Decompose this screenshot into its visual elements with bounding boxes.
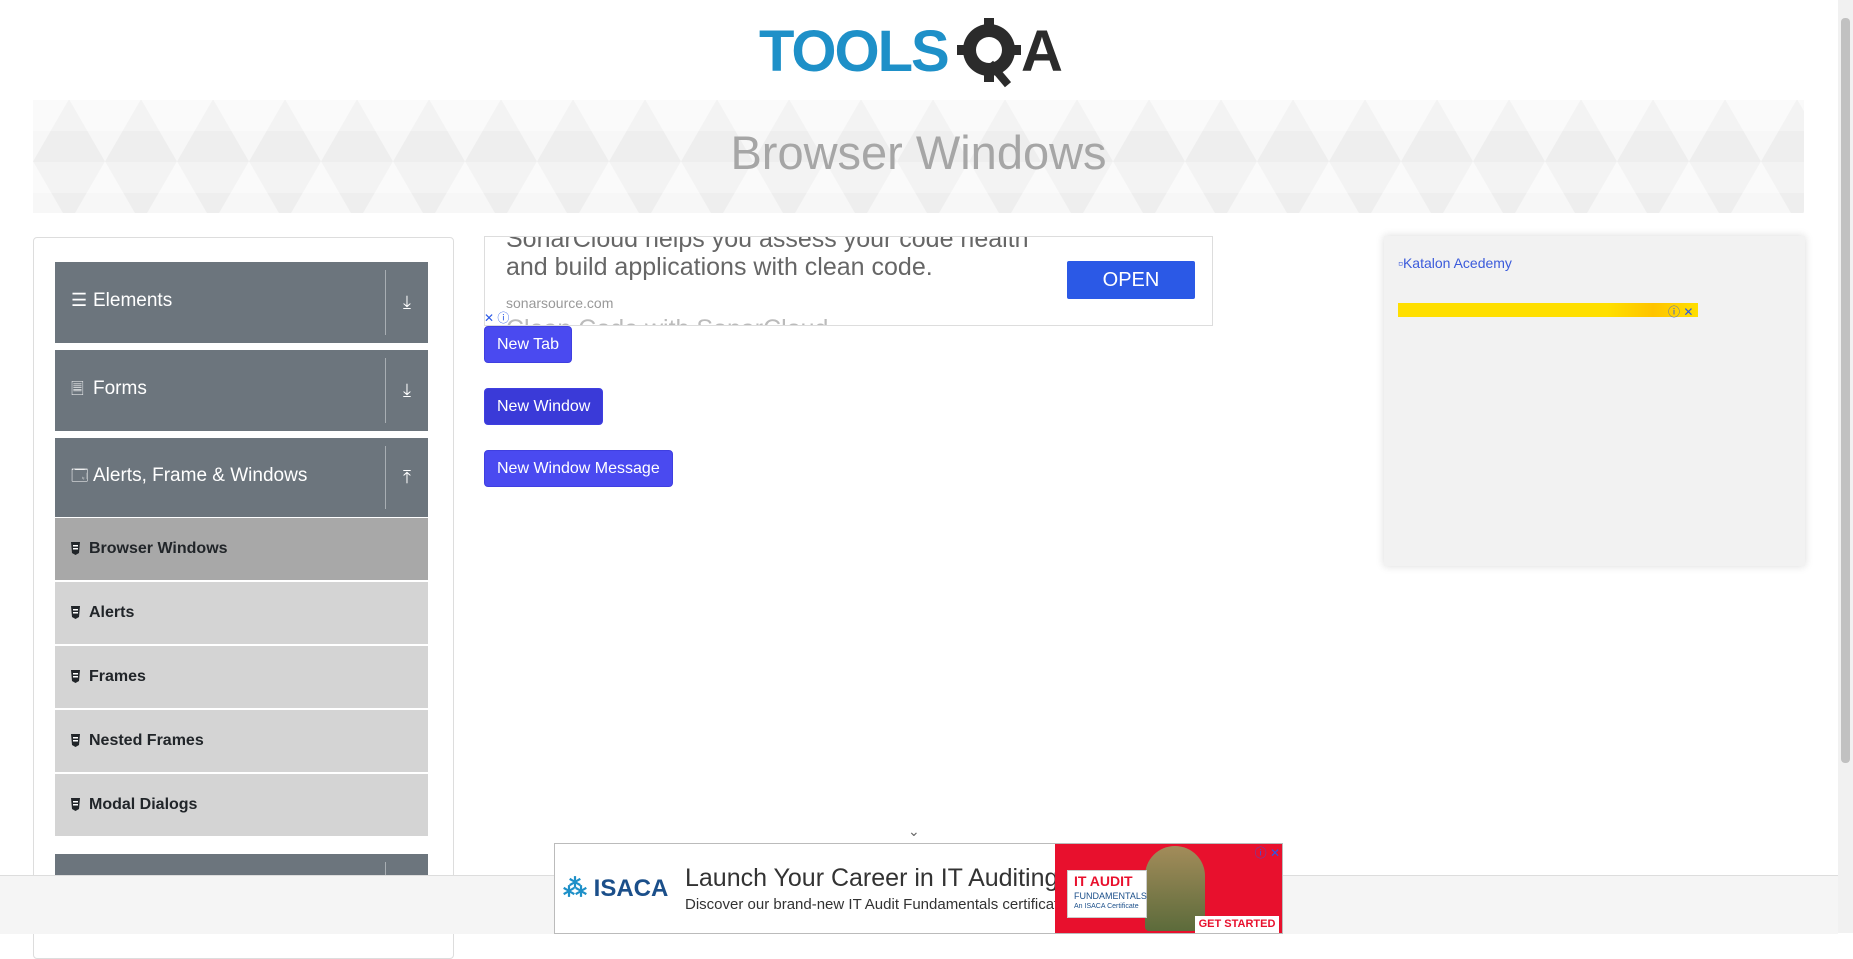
html5-icon [71,670,80,683]
expand-down-icon[interactable]: ⤓ [394,380,420,401]
ad-close-icon[interactable]: ✕ ⓘ [484,309,514,325]
ad-headline: Launch Your Career in IT Auditing [685,864,1059,892]
scrollbar-thumb[interactable] [1841,18,1850,763]
new-window-button[interactable]: New Window [484,388,604,425]
get-started-button[interactable]: GET STARTED [1195,916,1279,933]
ad-subtext: Discover our brand-new IT Audit Fundamen… [685,896,1071,913]
ad-text: SonarCloud helps you assess your code he… [506,236,1029,281]
sidebar: ☰ Elements ⤓ 🗏 Forms ⤓ 🗔 Alerts, Frame &… [33,237,454,959]
document-icon: 🗏 [71,381,84,398]
ad-partial-text: Clean Code with SonarCloud [506,315,828,325]
isaca-logo: ⁂ ISACA [563,874,668,903]
html5-icon [71,734,80,747]
html5-icon [71,798,80,811]
expand-down-icon[interactable]: ⤓ [394,292,420,313]
isaca-mark-icon: ⁂ [563,875,594,902]
sidebar-item-label: Frames [89,668,146,685]
sidebar-item-browser-windows[interactable]: Browser Windows [55,518,428,582]
window-icon: 🗔 [71,468,89,485]
ad-url: sonarsource.com [506,295,614,311]
sidebar-item-nested-frames[interactable]: Nested Frames [55,710,428,774]
new-window-message-button[interactable]: New Window Message [484,450,673,487]
sidebar-group-label: Forms [93,378,147,399]
sidebar-group-label: Elements [93,290,173,311]
image-alt-text: Katalon Acedemy [1402,255,1512,271]
sidebar-item-label: Browser Windows [89,540,228,557]
ad-open-button[interactable]: OPEN [1067,261,1195,299]
divider [385,446,386,509]
sidebar-group-elements[interactable]: ☰ Elements ⤓ [55,262,428,343]
scrollbar[interactable] [1838,0,1853,933]
isaca-ad[interactable]: ⁂ ISACA Launch Your Career in IT Auditin… [554,843,1283,934]
collapse-up-icon[interactable]: ⤒ [394,467,420,488]
badge-title: IT AUDIT [1074,873,1133,889]
chevron-down-icon[interactable]: ⌄ [908,823,920,840]
right-ad-panel: ▫Katalon Acedemy ⓘ ✕ [1384,236,1805,566]
sidebar-item-alerts[interactable]: Alerts [55,582,428,646]
divider [385,358,386,423]
ad-close-icon[interactable]: ⓘ ✕ [1668,303,1693,320]
sonarcloud-ad[interactable]: SonarCloud helps you assess your code he… [484,236,1213,326]
badge-small: An ISACA Certificate [1074,903,1139,910]
toolsqa-logo[interactable]: TOOLS A [759,16,1082,90]
sidebar-group-alerts-frame-windows[interactable]: 🗔 Alerts, Frame & Windows ⤒ [55,438,428,517]
html5-icon [71,542,80,555]
new-tab-button[interactable]: New Tab [484,326,572,363]
katalon-ad-image[interactable]: ▫Katalon Acedemy [1398,255,1512,271]
ad-banner-strip[interactable] [1398,303,1698,317]
badge-subtitle: FUNDAMENTALS [1074,891,1147,901]
sidebar-item-frames[interactable]: Frames [55,646,428,710]
sidebar-item-label: Alerts [89,604,135,621]
svg-text:A: A [1021,19,1063,84]
sidebar-group-label: Alerts, Frame & Windows [93,465,308,486]
page-title: Browser Windows [730,126,1107,179]
html5-icon [71,606,80,619]
ad-close-icon[interactable]: ⓘ ✕ [1255,844,1280,861]
it-audit-badge: IT AUDIT FUNDAMENTALS An ISACA Certifica… [1067,870,1147,918]
sidebar-item-label: Nested Frames [89,732,204,749]
sidebar-item-modal-dialogs[interactable]: Modal Dialogs [55,774,428,838]
sidebar-item-label: Modal Dialogs [89,796,198,813]
page-banner: Browser Windows [33,100,1804,213]
sidebar-group-forms[interactable]: 🗏 Forms ⤓ [55,350,428,431]
isaca-brand: ISACA [593,875,669,902]
svg-text:TOOLS: TOOLS [759,19,948,84]
hamburger-icon: ☰ [71,290,88,310]
divider [385,270,386,335]
